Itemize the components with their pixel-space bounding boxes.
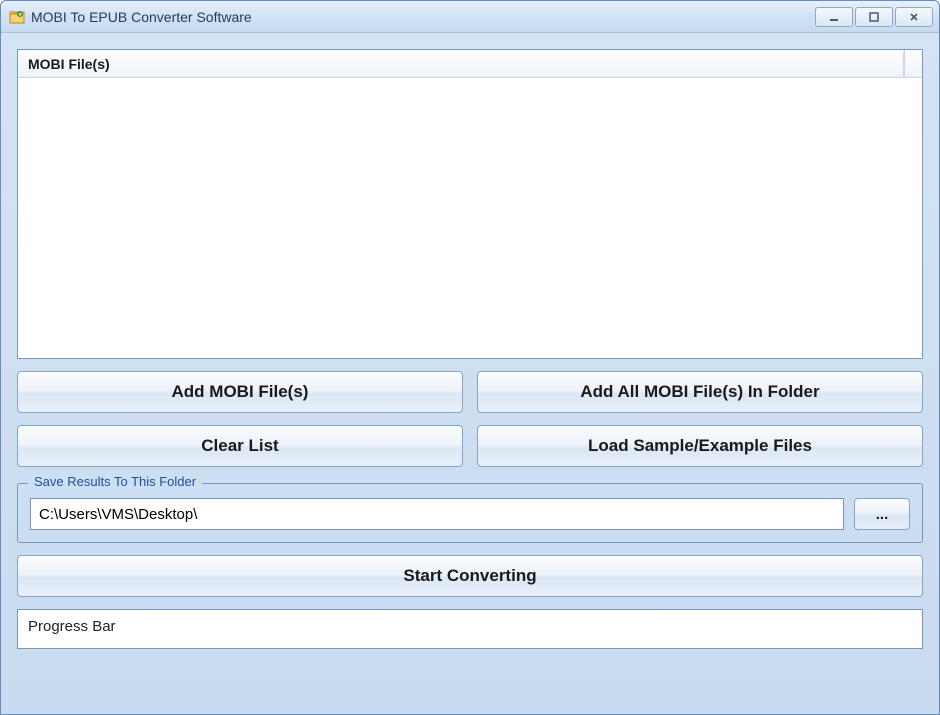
app-icon bbox=[9, 9, 25, 25]
browse-folder-button[interactable]: ... bbox=[854, 498, 910, 530]
maximize-icon bbox=[868, 11, 880, 23]
add-all-mobi-folder-button[interactable]: Add All MOBI File(s) In Folder bbox=[477, 371, 923, 413]
minimize-icon bbox=[828, 11, 840, 23]
column-header-spacer bbox=[904, 50, 922, 77]
minimize-button[interactable] bbox=[815, 7, 853, 27]
titlebar[interactable]: MOBI To EPUB Converter Software bbox=[1, 1, 939, 33]
file-list-header: MOBI File(s) bbox=[18, 50, 922, 78]
column-header-mobi-files[interactable]: MOBI File(s) bbox=[18, 52, 904, 76]
file-list-panel: MOBI File(s) bbox=[17, 49, 923, 359]
add-mobi-files-button[interactable]: Add MOBI File(s) bbox=[17, 371, 463, 413]
save-folder-row: ... bbox=[30, 498, 910, 530]
maximize-button[interactable] bbox=[855, 7, 893, 27]
clear-list-button[interactable]: Clear List bbox=[17, 425, 463, 467]
app-window: MOBI To EPUB Converter Software MOBI Fil… bbox=[0, 0, 940, 715]
progress-bar-panel: Progress Bar bbox=[17, 609, 923, 649]
window-controls bbox=[815, 7, 933, 27]
load-sample-files-button[interactable]: Load Sample/Example Files bbox=[477, 425, 923, 467]
close-icon bbox=[908, 11, 920, 23]
save-folder-input[interactable] bbox=[30, 498, 844, 530]
button-row-1: Add MOBI File(s) Add All MOBI File(s) In… bbox=[17, 371, 923, 413]
save-folder-legend: Save Results To This Folder bbox=[28, 474, 202, 489]
button-row-2: Clear List Load Sample/Example Files bbox=[17, 425, 923, 467]
save-folder-fieldset: Save Results To This Folder ... bbox=[17, 483, 923, 543]
close-button[interactable] bbox=[895, 7, 933, 27]
client-area: MOBI File(s) Add MOBI File(s) Add All MO… bbox=[1, 33, 939, 714]
file-list-body[interactable] bbox=[18, 78, 922, 358]
window-title: MOBI To EPUB Converter Software bbox=[31, 9, 815, 25]
start-converting-button[interactable]: Start Converting bbox=[17, 555, 923, 597]
progress-bar-label: Progress Bar bbox=[28, 618, 116, 635]
